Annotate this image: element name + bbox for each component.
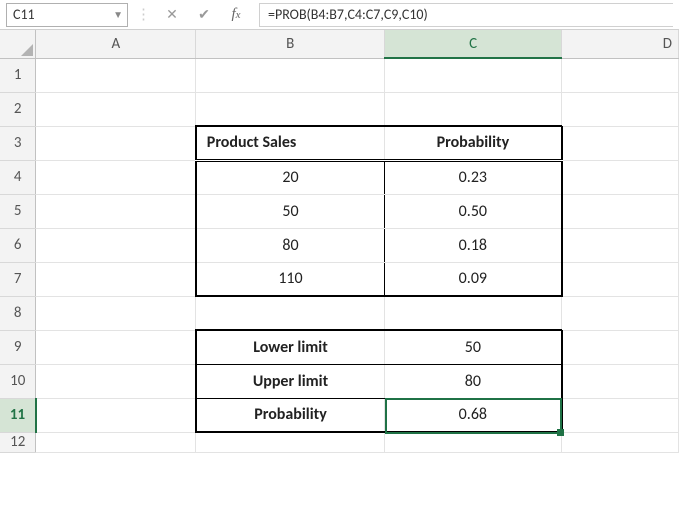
cell-A11[interactable]	[36, 398, 196, 432]
cell-C6[interactable]: 0.18	[385, 228, 562, 262]
row-head-6[interactable]: 6	[0, 228, 36, 262]
cell-C3[interactable]: Probability	[385, 126, 562, 160]
cell-A10[interactable]	[36, 364, 196, 398]
cell-B7[interactable]: 110	[196, 262, 385, 296]
col-head-A[interactable]: A	[36, 30, 196, 58]
cell-B9[interactable]: Lower limit	[196, 330, 385, 364]
row-head-3[interactable]: 3	[0, 126, 36, 160]
formula-bar: C11 ▼ ⋮ ✕ ✔ fx =PROB(B4:B7,C4:C7,C9,C10)	[0, 0, 679, 30]
cell-A7[interactable]	[36, 262, 196, 296]
cancel-icon[interactable]: ✕	[159, 4, 185, 26]
cell-B6[interactable]: 80	[196, 228, 385, 262]
cell-D6[interactable]	[562, 228, 679, 262]
cell-C4[interactable]: 0.23	[385, 160, 562, 194]
row-head-10[interactable]: 10	[0, 364, 36, 398]
cell-D2[interactable]	[562, 92, 679, 126]
cell-B12[interactable]	[196, 432, 385, 452]
cell-D11[interactable]	[562, 398, 679, 432]
fx-icon[interactable]: fx	[223, 4, 249, 26]
select-all-corner[interactable]	[0, 30, 36, 58]
cell-B2[interactable]	[196, 92, 385, 126]
cell-B3[interactable]: Product Sales	[196, 126, 385, 160]
cell-D5[interactable]	[562, 194, 679, 228]
cell-C1[interactable]	[385, 58, 562, 92]
row-head-9[interactable]: 9	[0, 330, 36, 364]
cell-A9[interactable]	[36, 330, 196, 364]
row-head-8[interactable]: 8	[0, 296, 36, 330]
chevron-down-icon[interactable]: ▼	[113, 8, 123, 21]
cell-A5[interactable]	[36, 194, 196, 228]
formula-input[interactable]: =PROB(B4:B7,C4:C7,C9,C10)	[259, 3, 673, 27]
cell-D7[interactable]	[562, 262, 679, 296]
cell-C7[interactable]: 0.09	[385, 262, 562, 296]
cell-A3[interactable]	[36, 126, 196, 160]
cell-B10[interactable]: Upper limit	[196, 364, 385, 398]
cell-A1[interactable]	[36, 58, 196, 92]
cell-D9[interactable]	[562, 330, 679, 364]
cell-A8[interactable]	[36, 296, 196, 330]
row-head-1[interactable]: 1	[0, 58, 36, 92]
cell-D4[interactable]	[562, 160, 679, 194]
cell-B4[interactable]: 20	[196, 160, 385, 194]
cell-B8[interactable]	[196, 296, 385, 330]
cell-A4[interactable]	[36, 160, 196, 194]
cell-C12[interactable]	[385, 432, 562, 452]
cell-B11[interactable]: Probability	[196, 398, 385, 432]
row-head-2[interactable]: 2	[0, 92, 36, 126]
row-head-7[interactable]: 7	[0, 262, 36, 296]
cell-B5[interactable]: 50	[196, 194, 385, 228]
cell-A6[interactable]	[36, 228, 196, 262]
cell-C10[interactable]: 80	[385, 364, 562, 398]
grid-table: A B C D 1 2 3 Product Sales Probability …	[0, 30, 679, 453]
col-head-B[interactable]: B	[196, 30, 385, 58]
cell-D8[interactable]	[562, 296, 679, 330]
row-head-4[interactable]: 4	[0, 160, 36, 194]
cell-D10[interactable]	[562, 364, 679, 398]
cell-C9[interactable]: 50	[385, 330, 562, 364]
name-box-value: C11	[13, 6, 35, 23]
row-head-11[interactable]: 11	[0, 398, 36, 432]
cell-C11[interactable]: 0.68	[385, 398, 562, 432]
cell-D1[interactable]	[562, 58, 679, 92]
row-head-12[interactable]: 12	[0, 432, 36, 452]
col-head-C[interactable]: C	[385, 30, 562, 58]
cell-D3[interactable]	[562, 126, 679, 160]
check-icon[interactable]: ✔	[191, 4, 217, 26]
cell-B1[interactable]	[196, 58, 385, 92]
cell-C8[interactable]	[385, 296, 562, 330]
col-head-D[interactable]: D	[562, 30, 679, 58]
spreadsheet-grid: A B C D 1 2 3 Product Sales Probability …	[0, 30, 679, 453]
cell-D12[interactable]	[562, 432, 679, 452]
name-box[interactable]: C11 ▼	[6, 3, 128, 27]
separator-icon: ⋮	[134, 5, 153, 24]
row-head-5[interactable]: 5	[0, 194, 36, 228]
formula-text: =PROB(B4:B7,C4:C7,C9,C10)	[268, 6, 428, 23]
cell-C5[interactable]: 0.50	[385, 194, 562, 228]
cell-A2[interactable]	[36, 92, 196, 126]
cell-C2[interactable]	[385, 92, 562, 126]
cell-A12[interactable]	[36, 432, 196, 452]
